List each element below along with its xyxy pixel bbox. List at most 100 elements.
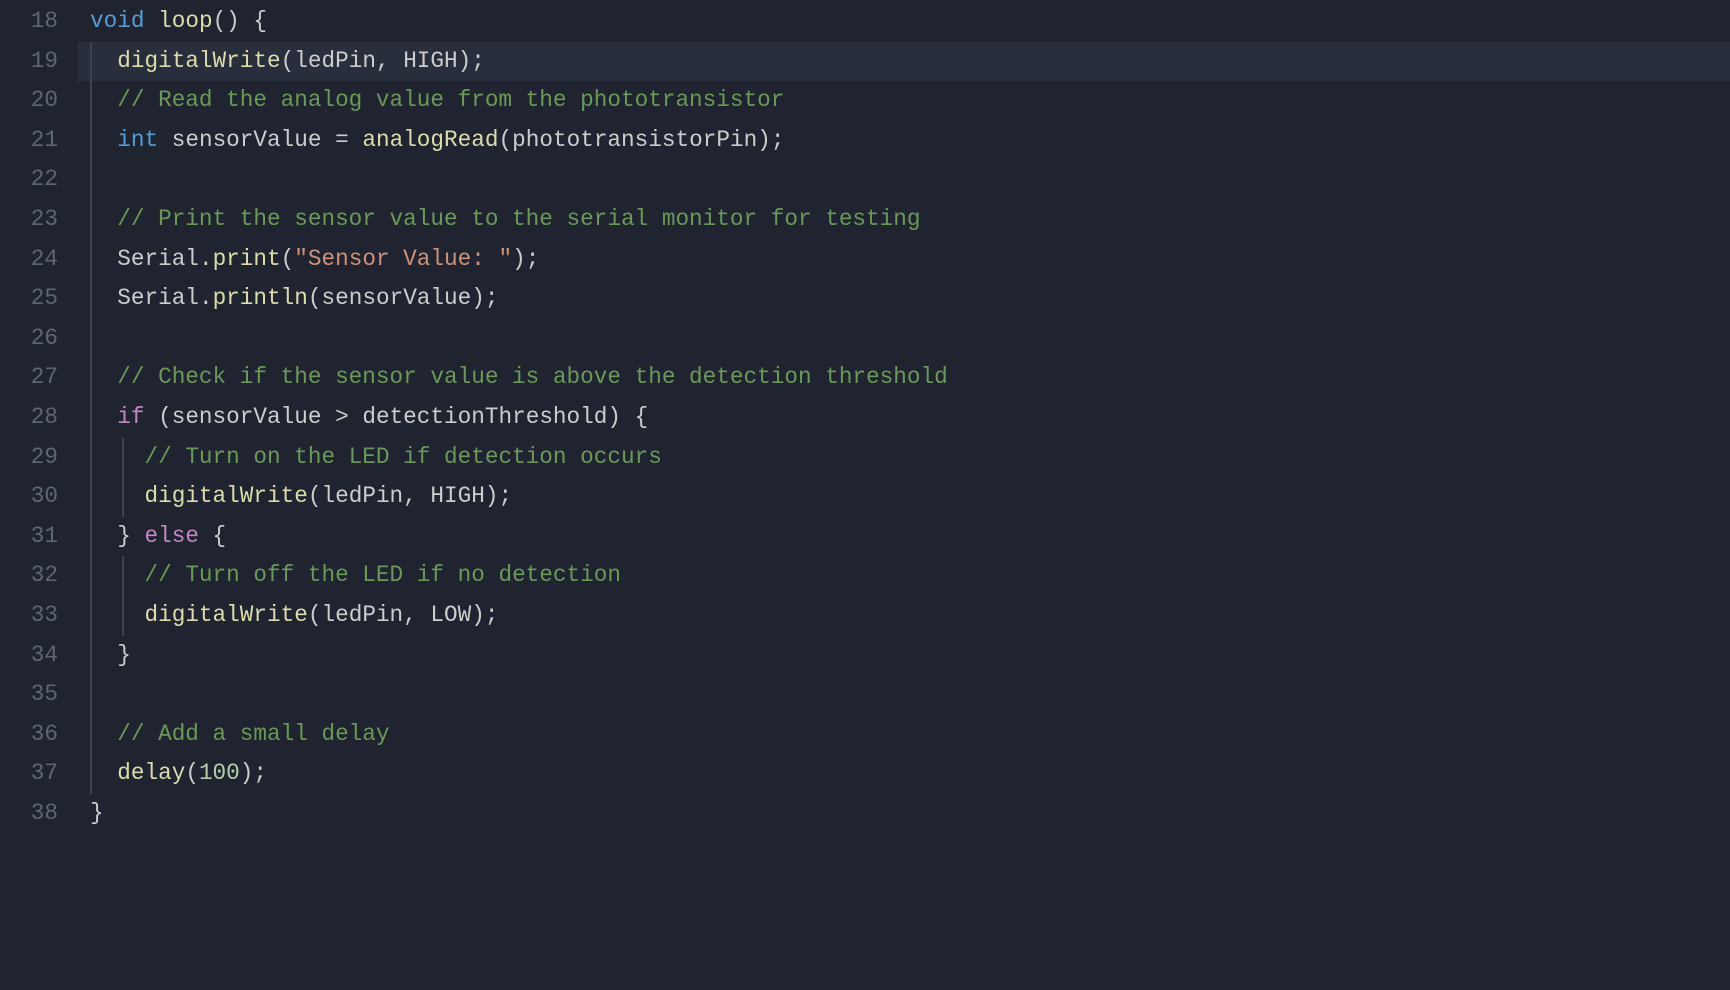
code-line[interactable]: delay(100); (78, 754, 1730, 794)
code-token: // Check if the sensor value is above th… (117, 364, 948, 390)
code-area[interactable]: void loop() { digitalWrite(ledPin, HIGH)… (78, 0, 1730, 990)
code-token: // Turn off the LED if no detection (144, 562, 621, 588)
indent-whitespace (90, 721, 117, 747)
line-number: 26 (10, 319, 58, 359)
line-number: 20 (10, 81, 58, 121)
code-token: digitalWrite (117, 48, 280, 74)
indent-guide (90, 160, 92, 200)
code-token: // Turn on the LED if detection occurs (144, 444, 661, 470)
code-token: ( (499, 127, 513, 153)
code-token: . (199, 285, 213, 311)
code-token: if (117, 404, 144, 430)
indent-whitespace (90, 444, 144, 470)
code-token: void (90, 8, 144, 34)
code-line[interactable]: Serial.println(sensorValue); (78, 279, 1730, 319)
code-token: // Read the analog value from the photot… (117, 87, 784, 113)
line-number: 21 (10, 121, 58, 161)
code-token: sensorValue (172, 127, 322, 153)
code-editor[interactable]: 1819202122232425262728293031323334353637… (0, 0, 1730, 990)
line-number: 29 (10, 438, 58, 478)
code-line[interactable]: if (sensorValue > detectionThreshold) { (78, 398, 1730, 438)
code-token: ); (471, 285, 498, 311)
code-token: ) { (607, 404, 648, 430)
indent-guide (90, 121, 92, 161)
code-token: () { (213, 8, 267, 34)
line-number: 34 (10, 636, 58, 676)
code-token: 100 (199, 760, 240, 786)
indent-guide (90, 517, 92, 557)
code-token: print (213, 246, 281, 272)
code-token: ledPin (321, 483, 403, 509)
code-line[interactable]: // Read the analog value from the photot… (78, 81, 1730, 121)
indent-guide (90, 556, 92, 596)
indent-whitespace (90, 562, 144, 588)
code-line[interactable]: // Check if the sensor value is above th… (78, 358, 1730, 398)
code-token: int (117, 127, 158, 153)
code-token: analogRead (362, 127, 498, 153)
code-line[interactable]: digitalWrite(ledPin, HIGH); (78, 42, 1730, 82)
code-line[interactable]: } (78, 794, 1730, 834)
code-line[interactable]: digitalWrite(ledPin, HIGH); (78, 477, 1730, 517)
code-token: ( (185, 760, 199, 786)
code-line[interactable]: Serial.print("Sensor Value: "); (78, 240, 1730, 280)
code-token: = (321, 127, 362, 153)
code-token: } (117, 642, 131, 668)
code-line[interactable]: int sensorValue = analogRead(phototransi… (78, 121, 1730, 161)
code-line[interactable]: // Print the sensor value to the serial … (78, 200, 1730, 240)
code-line[interactable]: } (78, 636, 1730, 676)
code-token: , (403, 602, 430, 628)
code-line[interactable]: void loop() { (78, 2, 1730, 42)
code-token: println (213, 285, 308, 311)
code-line[interactable]: } else { (78, 517, 1730, 557)
line-number: 28 (10, 398, 58, 438)
indent-whitespace (90, 285, 117, 311)
code-line[interactable]: digitalWrite(ledPin, LOW); (78, 596, 1730, 636)
indent-whitespace (90, 523, 117, 549)
indent-guide (122, 438, 124, 478)
code-token (158, 127, 172, 153)
indent-whitespace (90, 48, 117, 74)
indent-whitespace (90, 127, 117, 153)
line-number: 19 (10, 42, 58, 82)
code-token: ( (281, 246, 295, 272)
indent-guide (90, 438, 92, 478)
line-number: 27 (10, 358, 58, 398)
indent-guide (122, 477, 124, 517)
line-number: 25 (10, 279, 58, 319)
code-line[interactable]: // Turn off the LED if no detection (78, 556, 1730, 596)
code-token: ( (144, 404, 171, 430)
indent-guide (90, 398, 92, 438)
code-token: , (376, 48, 403, 74)
code-line[interactable] (78, 319, 1730, 359)
line-number-gutter: 1819202122232425262728293031323334353637… (0, 0, 78, 990)
indent-guide (90, 279, 92, 319)
code-token: ); (485, 483, 512, 509)
line-number: 33 (10, 596, 58, 636)
code-line[interactable] (78, 675, 1730, 715)
line-number: 22 (10, 160, 58, 200)
line-number: 24 (10, 240, 58, 280)
code-line[interactable]: // Add a small delay (78, 715, 1730, 755)
line-number: 35 (10, 675, 58, 715)
line-number: 32 (10, 556, 58, 596)
code-token: HIGH (403, 48, 457, 74)
indent-whitespace (90, 602, 144, 628)
indent-whitespace (90, 760, 117, 786)
indent-guide (90, 358, 92, 398)
indent-guide (122, 556, 124, 596)
code-line[interactable]: // Turn on the LED if detection occurs (78, 438, 1730, 478)
line-number: 18 (10, 2, 58, 42)
code-token: ledPin (294, 48, 376, 74)
indent-guide (90, 319, 92, 359)
indent-whitespace (90, 246, 117, 272)
code-line[interactable] (78, 160, 1730, 200)
indent-whitespace (90, 87, 117, 113)
code-token: ledPin (321, 602, 403, 628)
line-number: 38 (10, 794, 58, 834)
code-token: } (117, 523, 144, 549)
code-token: "Sensor Value: " (294, 246, 512, 272)
code-token: } (90, 800, 104, 826)
code-token: HIGH (430, 483, 484, 509)
indent-guide (90, 675, 92, 715)
indent-guide (90, 636, 92, 676)
